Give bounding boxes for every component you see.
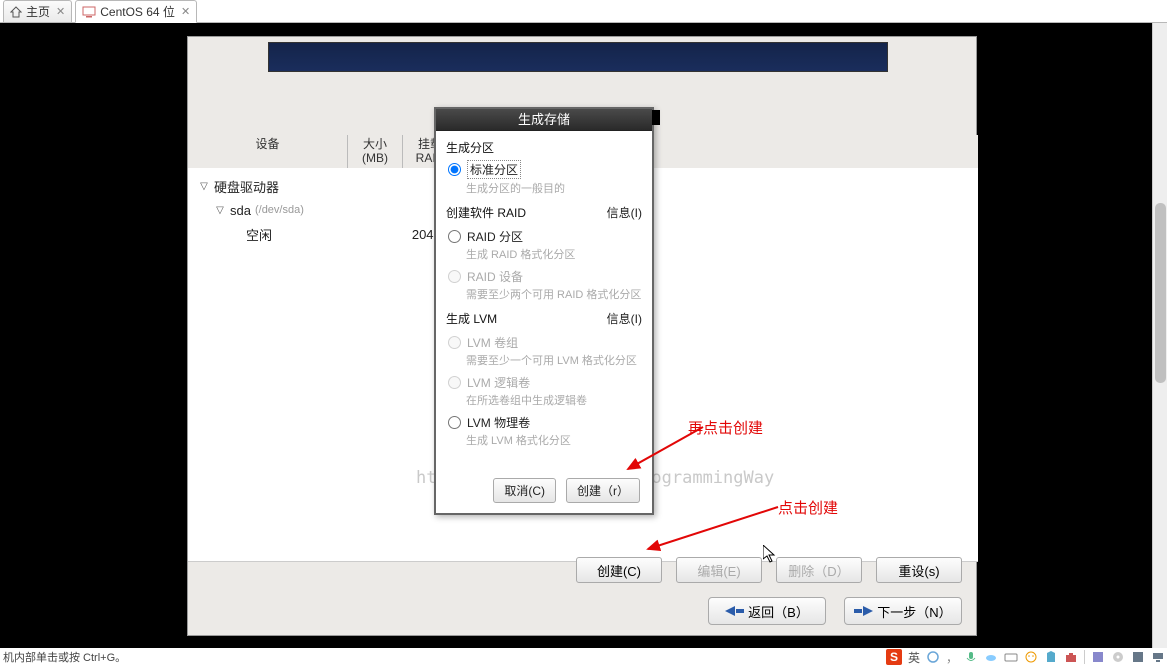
hint-lvm-vg: 需要至少一个可用 LVM 格式化分区 [466, 352, 642, 368]
radio-lvm-lv-input [448, 376, 461, 389]
label-standard: 标准分区 [467, 160, 521, 179]
sogou-ime-icon[interactable]: S [886, 649, 902, 665]
radio-lvm-vg-input [448, 336, 461, 349]
delete-button: 删除（D） [776, 557, 862, 583]
network-icon[interactable] [1151, 650, 1165, 664]
chevron-down-icon[interactable]: ▽ [214, 205, 226, 216]
label-lvm-vg: LVM 卷组 [467, 334, 518, 351]
moon-icon[interactable] [926, 650, 940, 664]
label-lvm-pv: LVM 物理卷 [467, 414, 530, 431]
radio-raid-partition[interactable]: RAID 分区 [448, 228, 642, 245]
tab-vm[interactable]: CentOS 64 位 ✕ [75, 0, 197, 23]
scrollbar-vertical[interactable] [1152, 23, 1167, 648]
tab-bar: 主页 ✕ CentOS 64 位 ✕ [0, 0, 1167, 23]
tray-separator [1084, 650, 1085, 664]
label-sda-path: (/dev/sda) [255, 204, 304, 216]
radio-raid-device: RAID 设备 [448, 268, 642, 285]
cloud-icon[interactable] [984, 650, 998, 664]
arrow-left-icon [725, 606, 735, 616]
tab-vm-label: CentOS 64 位 [100, 3, 175, 20]
next-button[interactable]: 下一步（N） [844, 597, 962, 625]
disk-icon[interactable] [1091, 650, 1105, 664]
toolbox-icon[interactable] [1064, 650, 1078, 664]
hint-raid-dev: 需要至少两个可用 RAID 格式化分区 [466, 286, 642, 302]
create-storage-dialog: 生成存储 生成分区 标准分区 生成分区的一般目的 创建软件 RAID 信息(I)… [434, 107, 654, 515]
nav-row: 返回（B） 下一步（N） [188, 597, 976, 625]
scrollbar-thumb[interactable] [1155, 203, 1166, 383]
radio-standard-input[interactable] [448, 163, 461, 176]
radio-raid-dev-input [448, 270, 461, 283]
chevron-down-icon[interactable]: ▽ [198, 181, 210, 192]
hint-standard: 生成分区的一般目的 [466, 180, 642, 196]
radio-lvm-vg: LVM 卷组 [448, 334, 642, 351]
section-raid: 创建软件 RAID [446, 204, 526, 221]
reset-button[interactable]: 重设(s) [876, 557, 962, 583]
keyboard-icon[interactable] [1004, 650, 1018, 664]
hint-raid-part: 生成 RAID 格式化分区 [466, 246, 642, 262]
arrow-right-icon [863, 606, 873, 616]
section-create-partition: 生成分区 [446, 139, 642, 156]
cd-icon[interactable] [1111, 650, 1125, 664]
home-icon [10, 6, 22, 18]
close-icon[interactable]: ✕ [181, 5, 190, 18]
shirt-icon[interactable] [1044, 650, 1058, 664]
next-label: 下一步（N） [877, 602, 951, 621]
close-icon[interactable]: ✕ [56, 5, 65, 18]
status-text: 机内部单击或按 Ctrl+G。 [3, 649, 126, 665]
radio-lvm-pv-input[interactable] [448, 416, 461, 429]
info-link-lvm[interactable]: 信息(I) [607, 310, 642, 327]
label-raid-dev: RAID 设备 [467, 268, 523, 285]
radio-standard-partition[interactable]: 标准分区 [448, 160, 642, 179]
tab-home[interactable]: 主页 ✕ [3, 0, 72, 22]
system-tray: S 英 ， [886, 648, 1165, 666]
mic-icon[interactable] [964, 650, 978, 664]
create-button[interactable]: 创建（r） [566, 478, 640, 503]
back-label: 返回（B） [748, 602, 809, 621]
floppy-icon[interactable] [1131, 650, 1145, 664]
dialog-resize-handle [652, 110, 660, 125]
radio-lvm-pv[interactable]: LVM 物理卷 [448, 414, 642, 431]
status-bar: 机内部单击或按 Ctrl+G。 [0, 648, 126, 666]
label-sda: sda [230, 203, 251, 218]
col-size: 大小 (MB) [348, 135, 403, 168]
ime-lang-icon[interactable]: 英 [908, 649, 920, 666]
section-lvm: 生成 LVM [446, 310, 497, 327]
back-button[interactable]: 返回（B） [708, 597, 826, 625]
tab-home-label: 主页 [26, 3, 50, 20]
label-harddrives: 硬盘驱动器 [214, 177, 279, 196]
hint-lvm-lv: 在所选卷组中生成逻辑卷 [466, 392, 642, 408]
hint-lvm-pv: 生成 LVM 格式化分区 [466, 432, 642, 448]
action-row: 创建(C) 编辑(E) 删除（D） 重设(s) [188, 557, 976, 583]
create-partition-button[interactable]: 创建(C) [576, 557, 662, 583]
vm-viewport: 设备 大小 (MB) 挂载 RAID ▽ 硬盘驱动器 ▽ sda (/dev/s… [0, 23, 1152, 648]
vm-icon [82, 6, 96, 18]
label-lvm-lv: LVM 逻辑卷 [467, 374, 530, 391]
installer-header [268, 42, 888, 72]
guest-window: 设备 大小 (MB) 挂载 RAID ▽ 硬盘驱动器 ▽ sda (/dev/s… [187, 36, 977, 636]
label-raid-part: RAID 分区 [467, 228, 523, 245]
radio-raid-part-input[interactable] [448, 230, 461, 243]
info-link-raid[interactable]: 信息(I) [607, 204, 642, 221]
edit-button: 编辑(E) [676, 557, 762, 583]
comma-icon: ， [946, 649, 958, 666]
radio-lvm-lv: LVM 逻辑卷 [448, 374, 642, 391]
smiley-icon[interactable] [1024, 650, 1038, 664]
dialog-title: 生成存储 [436, 109, 652, 131]
col-device: 设备 [188, 135, 348, 168]
cancel-button[interactable]: 取消(C) [493, 478, 556, 503]
label-free: 空闲 [246, 225, 272, 244]
